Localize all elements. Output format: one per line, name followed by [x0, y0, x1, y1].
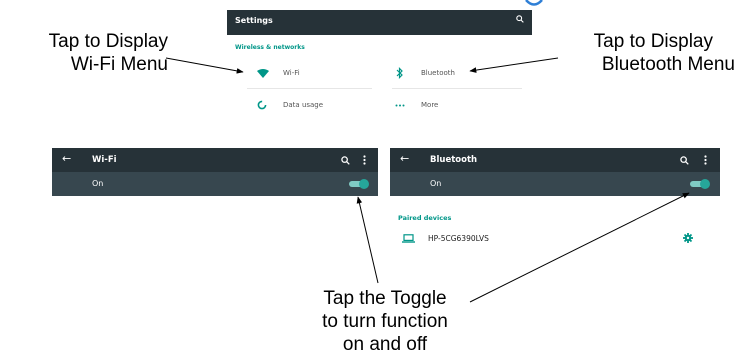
arrow-to-wifi	[165, 57, 244, 74]
arrow-to-bluetooth-toggle	[469, 192, 690, 303]
callout-arrows	[165, 57, 690, 303]
arrow-to-wifi-toggle	[356, 196, 379, 284]
arrow-to-bluetooth	[469, 57, 559, 73]
